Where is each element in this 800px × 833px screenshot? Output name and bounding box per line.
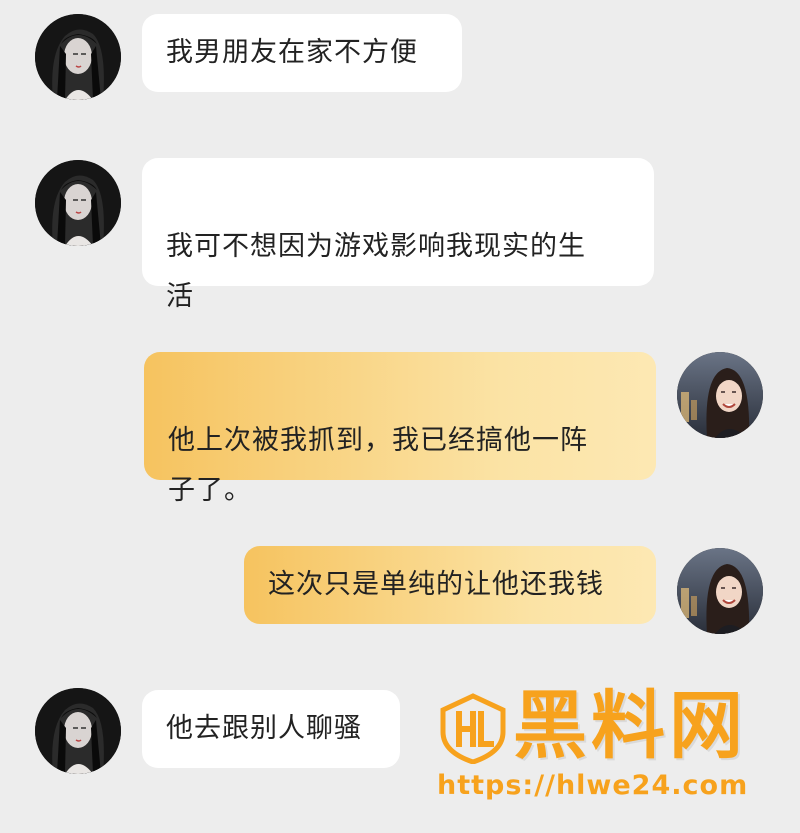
message-text: 我可不想因为游戏影响我现实的生 活 xyxy=(166,231,586,312)
contact-avatar[interactable] xyxy=(35,14,121,100)
watermark-url: https://hlwe24.com xyxy=(437,770,749,801)
message-text: 这次只是单纯的让他还我钱 xyxy=(268,569,604,600)
message-bubble-incoming[interactable]: 他去跟别人聊骚 xyxy=(142,690,400,768)
contact-avatar[interactable] xyxy=(35,688,121,774)
contact-avatar[interactable] xyxy=(35,160,121,246)
message-bubble-outgoing[interactable]: 他上次被我抓到，我已经搞他一阵 子了。 xyxy=(144,352,656,506)
girl-sketch-avatar-icon xyxy=(35,14,121,100)
message-bubble-incoming[interactable]: 我可不想因为游戏影响我现实的生 活 xyxy=(142,158,654,312)
user-avatar[interactable] xyxy=(677,548,763,634)
smiling-girl-photo-avatar-icon xyxy=(677,352,763,438)
user-avatar[interactable] xyxy=(677,352,763,438)
smiling-girl-photo-avatar-icon xyxy=(677,548,763,634)
girl-sketch-avatar-icon xyxy=(35,160,121,246)
hl-shield-logo-icon xyxy=(440,693,506,764)
watermark-title: 黑料网 xyxy=(513,683,747,769)
watermark: 黑料网 https://hlwe24.com xyxy=(437,682,777,822)
message-bubble-incoming[interactable]: 我男朋友在家不方便 xyxy=(142,14,462,92)
message-text: 他去跟别人聊骚 xyxy=(166,713,362,744)
chat-conversation: 我男朋友在家不方便 我可不想因为游戏影响我现实的生 活 他上次被我抓到，我已经搞… xyxy=(0,0,800,833)
girl-sketch-avatar-icon xyxy=(35,688,121,774)
message-text: 他上次被我抓到，我已经搞他一阵 子了。 xyxy=(168,425,588,506)
message-text: 我男朋友在家不方便 xyxy=(166,37,418,68)
message-bubble-outgoing[interactable]: 这次只是单纯的让他还我钱 xyxy=(244,546,656,624)
